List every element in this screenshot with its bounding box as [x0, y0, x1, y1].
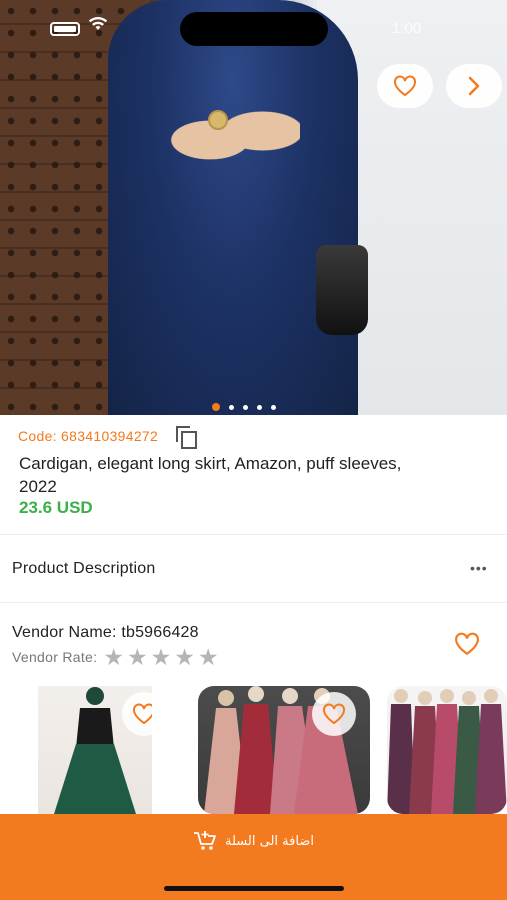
star-icon: ★: [174, 644, 195, 670]
product-code-row: Code: 683410394272: [18, 426, 198, 449]
model-hands: [150, 95, 300, 185]
product-title: Cardigan, elegant long skirt, Amazon, pu…: [19, 454, 402, 496]
related-product-card[interactable]: [387, 686, 507, 814]
home-indicator: [164, 886, 344, 891]
star-icon: ★: [197, 644, 219, 670]
carousel-dot[interactable]: [243, 404, 248, 410]
heart-icon: [394, 75, 416, 97]
status-bar: 1:00: [0, 0, 507, 60]
heart-icon: [455, 632, 479, 656]
vendor-rate-label: Vendor Rate:: [12, 649, 98, 665]
product-price: 23.6 USD: [19, 498, 93, 517]
related-products-list[interactable]: [0, 686, 507, 814]
wristwatch: [208, 110, 228, 130]
model-abaya: [108, 0, 358, 415]
battery-icon: [50, 22, 80, 36]
carousel-dot-active[interactable]: [212, 403, 220, 411]
related-product-card[interactable]: [198, 686, 370, 814]
vendor-name: Vendor Name: tb5966428: [12, 624, 199, 641]
handbag: [316, 245, 368, 335]
vendor-rate-row: Vendor Rate: ★ ★ ★ ★ ★: [12, 644, 219, 670]
vendor-rating-stars: ★ ★ ★ ★ ★: [103, 644, 219, 670]
next-image-button[interactable]: [446, 64, 502, 108]
add-to-cart-button[interactable]: اضافة الى السلة: [193, 830, 314, 852]
status-time: 1:00: [392, 20, 422, 37]
product-code: Code: 683410394272: [18, 428, 159, 444]
vendor-favorite-button[interactable]: [454, 632, 480, 661]
favorite-button[interactable]: [312, 692, 356, 736]
carousel-dot[interactable]: [229, 404, 234, 410]
wifi-icon: [88, 16, 108, 37]
favorite-button[interactable]: [377, 64, 433, 108]
carousel-dot[interactable]: [257, 404, 262, 410]
product-description-label[interactable]: Product Description: [12, 560, 155, 578]
copy-icon[interactable]: [176, 426, 198, 449]
chevron-right-icon: [468, 76, 480, 96]
carousel-dot[interactable]: [271, 404, 276, 410]
related-product-card[interactable]: [38, 686, 152, 814]
star-icon: ★: [103, 644, 124, 670]
star-icon: ★: [150, 644, 172, 670]
heart-icon: [323, 703, 345, 725]
divider: [0, 534, 507, 535]
camera-notch: [180, 12, 328, 46]
add-to-cart-label: اضافة الى السلة: [225, 833, 314, 849]
carousel-indicator: [212, 403, 276, 411]
star-icon: ★: [126, 644, 148, 670]
heart-icon: [133, 703, 152, 725]
product-thumbnail: [387, 689, 507, 814]
ellipsis-icon[interactable]: •••: [470, 560, 488, 576]
add-to-cart-icon: [194, 831, 216, 850]
divider: [0, 602, 507, 603]
product-image-carousel[interactable]: 1:00: [0, 0, 507, 415]
